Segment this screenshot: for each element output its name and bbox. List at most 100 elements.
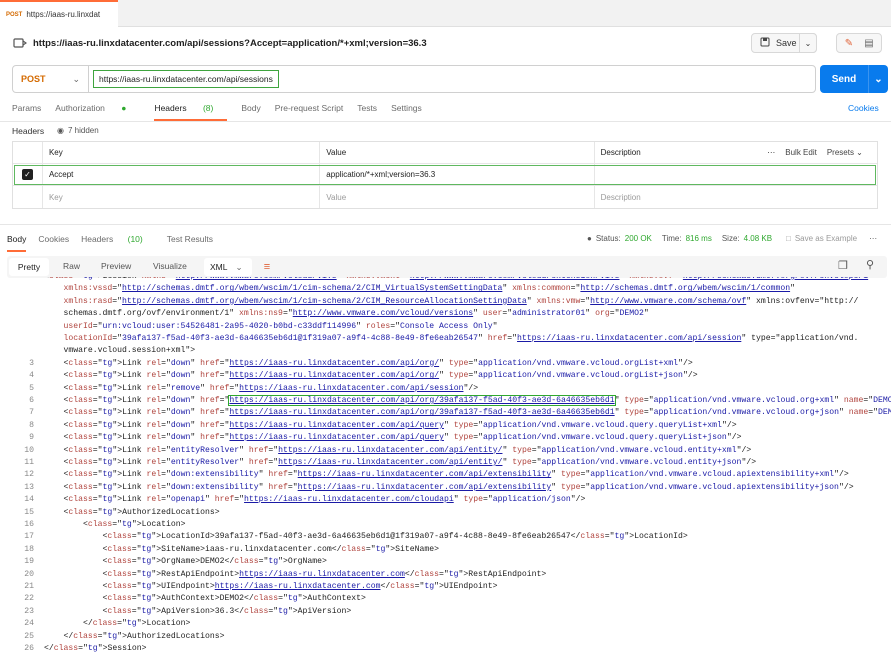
presets-button[interactable]: Presets ⌄	[827, 148, 863, 157]
column-key: Key	[43, 142, 321, 163]
code-line: <class="tg">AuthContext>DEMO2</class="tg…	[44, 594, 366, 604]
new-key-field[interactable]: Key	[43, 186, 321, 208]
tab-headers-label: Headers	[154, 103, 187, 113]
line-number: 20	[24, 569, 34, 579]
header-description-field[interactable]	[595, 164, 877, 185]
format-select[interactable]: XML ⌄	[204, 258, 252, 276]
save-icon: □	[786, 234, 791, 243]
view-preview-button[interactable]: Preview	[101, 261, 131, 271]
line-number: 6	[29, 396, 34, 405]
send-dropdown-chevron-icon[interactable]: ⌄	[868, 65, 888, 93]
request-tab[interactable]: POST https://iaas-ru.linxdat	[0, 0, 118, 27]
code-line: vmware.vcloud.session+xml">	[44, 346, 196, 356]
chevron-down-icon: ⌄	[804, 38, 812, 48]
tab-headers[interactable]: Headers (8)	[154, 103, 228, 121]
response-tab-body[interactable]: Body	[7, 234, 27, 252]
tab-tests[interactable]: Tests	[357, 103, 377, 121]
line-number: 21	[24, 582, 34, 591]
code-line: <class="tg">SiteName>iaas-ru.linxdatacen…	[44, 544, 440, 554]
header-enabled-checkbox[interactable]: ✓	[13, 164, 43, 185]
view-raw-button[interactable]: Raw	[63, 261, 80, 271]
code-line: locationId="39afa137-f5ad-40f3-ae3d-6a46…	[63, 334, 859, 343]
wrap-lines-icon[interactable]: ≡	[259, 259, 275, 275]
more-options-icon[interactable]: ⋯	[869, 234, 877, 243]
view-pretty-button[interactable]: Pretty	[9, 258, 49, 276]
time-label: Time:	[661, 234, 682, 243]
header-key-field[interactable]: Accept	[43, 164, 321, 185]
url-input[interactable]: https://iaas-ru.linxdatacenter.com/api/s…	[93, 70, 279, 88]
new-description-field[interactable]: Description	[595, 186, 877, 208]
headers-table: Key Value Description ⋯ Bulk Edit Preset…	[12, 141, 878, 209]
tab-prerequest-script[interactable]: Pre-request Script	[275, 103, 344, 121]
code-line: <class="tg">Link rel="down" href="https:…	[44, 358, 693, 368]
method-value: POST	[21, 74, 46, 84]
save-dropdown-button[interactable]: ⌄	[799, 33, 817, 53]
hidden-headers-label: 7 hidden	[67, 126, 99, 135]
response-tab-test-results[interactable]: Test Results	[167, 234, 213, 252]
line-number: 19	[24, 557, 34, 567]
line-number: 4	[29, 371, 34, 381]
tab-body[interactable]: Body	[241, 103, 260, 121]
send-label: Send	[831, 73, 857, 85]
more-options-icon[interactable]: ⋯	[767, 148, 775, 157]
column-description: Description	[600, 148, 641, 157]
line-number: 22	[24, 594, 34, 604]
response-tab-cookies[interactable]: Cookies	[38, 234, 69, 252]
presets-label: Presets	[826, 148, 854, 157]
format-value: XML	[210, 262, 228, 272]
new-value-field[interactable]: Value	[320, 186, 595, 208]
line-number: 18	[24, 544, 34, 554]
cookies-link[interactable]: Cookies	[848, 103, 879, 113]
response-status-bar: ● Status: 200 OK Time: 816 ms Size: 4.08…	[587, 234, 772, 243]
hidden-headers-toggle[interactable]: ◉ 7 hidden	[57, 126, 99, 135]
line-number: 25	[24, 631, 34, 641]
status-label: Status:	[595, 234, 621, 243]
column-value: Value	[320, 142, 595, 163]
code-line: <class="tg">Link rel="down" href="https:…	[44, 395, 891, 406]
method-select[interactable]: POST ⌄	[13, 66, 89, 92]
code-line: <class="tg">Link rel="down" href="https:…	[44, 408, 891, 418]
chevron-down-icon: ⌄	[72, 73, 80, 84]
code-line: <class="tg">Link rel="openapi" href="htt…	[44, 495, 586, 505]
code-line: <class="tg">ApiVersion>36.3</class="tg">…	[44, 606, 352, 616]
bulk-edit-button[interactable]: Bulk Edit	[785, 148, 817, 157]
line-number: 7	[29, 408, 34, 418]
view-visualize-button[interactable]: Visualize	[153, 261, 187, 271]
response-tabs: Body Cookies Headers (10) Test Results	[7, 234, 225, 252]
line-number: 23	[24, 606, 34, 616]
code-line: <class="tg">Link rel="down:extensibility…	[44, 470, 849, 480]
response-body-viewer[interactable]: <class="tg">Session xmlns="http://www.vm…	[0, 277, 891, 658]
save-as-example-label: Save as Example	[794, 234, 858, 243]
eye-icon: ◉	[57, 126, 64, 135]
line-number: 5	[29, 383, 34, 393]
line-number: 9	[29, 433, 34, 443]
response-headers-label: Headers	[81, 234, 114, 244]
tab-method-badge: POST	[6, 11, 23, 18]
table-row: ✓ Accept application/*+xml;version=36.3	[13, 164, 877, 186]
edit-mode-toggle[interactable]: ✎ ▤	[836, 33, 882, 53]
line-number: 15	[24, 507, 34, 517]
line-number: 17	[24, 532, 34, 542]
checkbox-column-header	[13, 142, 43, 163]
size-label: Size:	[721, 234, 740, 243]
save-as-example-button[interactable]: □ Save as Example ⋯	[786, 234, 877, 243]
send-button[interactable]: Send ⌄	[820, 65, 888, 93]
response-tab-headers[interactable]: Headers (10)	[81, 234, 155, 252]
request-bar: POST ⌄ https://iaas-ru.linxdatacenter.co…	[12, 65, 816, 93]
code-line: <class="tg">RestApiEndpoint>https://iaas…	[44, 569, 547, 579]
tab-params[interactable]: Params	[12, 103, 41, 121]
copy-icon[interactable]: ❐	[838, 259, 852, 273]
code-line: userId="urn:vcloud:user:54526481-2a95-40…	[63, 321, 498, 331]
tab-authorization[interactable]: Authorization ●	[55, 103, 140, 121]
headers-section-label: Headers	[12, 126, 45, 136]
search-icon[interactable]: ⚲	[866, 258, 880, 272]
tab-settings[interactable]: Settings	[391, 103, 422, 121]
table-actions: ⋯ Bulk Edit Presets ⌄	[761, 142, 877, 163]
header-value-field[interactable]: application/*+xml;version=36.3	[320, 164, 595, 185]
code-line: <class="tg">Link rel="down" href="https:…	[44, 371, 698, 381]
code-line: <class="tg">LocationId>39afa137-f5ad-40f…	[44, 532, 688, 542]
line-number: 10	[24, 445, 34, 455]
code-line: <class="tg">Location>	[44, 520, 186, 529]
table-header-row: Key Value Description ⋯ Bulk Edit Preset…	[13, 142, 877, 164]
time-value: 816 ms	[685, 234, 712, 243]
